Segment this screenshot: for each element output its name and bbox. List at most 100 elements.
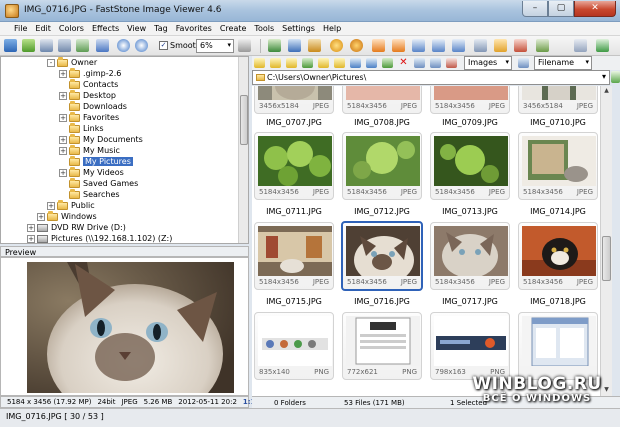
thumbnail-card[interactable]: 772x621 PNG [342, 312, 422, 380]
batch-icon[interactable] [514, 39, 527, 52]
tree-item-public[interactable]: + Public [47, 199, 95, 211]
browser-icon[interactable] [452, 39, 465, 52]
tree-item-dvd-drive[interactable]: + DVD RW Drive (D:) [27, 222, 126, 233]
layout-icon[interactable] [574, 39, 587, 52]
minimize-button[interactable]: – [522, 1, 548, 17]
path-dropdown-arrow[interactable]: ▾ [602, 72, 606, 81]
rotate-left-icon[interactable] [372, 39, 385, 52]
zoom-in-icon[interactable] [117, 39, 130, 52]
sort-select[interactable]: Filename ▾ [534, 56, 592, 70]
rotate-right-icon[interactable] [392, 39, 405, 52]
adjust-colors-icon[interactable] [330, 39, 343, 52]
settings-icon[interactable] [536, 39, 549, 52]
tree-item-my-pictures[interactable]: My Pictures [69, 155, 133, 167]
tree-item-downloads[interactable]: Downloads [69, 100, 127, 112]
tree-item-desktop[interactable]: + Desktop [59, 89, 116, 101]
path-input[interactable]: C:\Users\Owner\Pictures\ ▾ [252, 70, 610, 85]
thumbnail-view-icon[interactable] [474, 39, 487, 52]
thumbnail-card[interactable]: 5184x3456 JPEG [518, 132, 598, 200]
tree-item-links[interactable]: Links [69, 122, 104, 134]
new-folder-icon[interactable] [318, 58, 329, 68]
thumbnail-card-selected[interactable]: 5184x3456 JPEG [341, 221, 423, 291]
forward-icon[interactable] [270, 58, 281, 68]
wallpaper-icon[interactable] [494, 39, 507, 52]
sort-order-icon[interactable] [518, 58, 529, 68]
email-icon[interactable] [76, 39, 89, 52]
folder-tree[interactable]: - Owner + .gimp-2.6 Contacts + Desktop Down… [0, 56, 249, 244]
thumbnail-card[interactable]: 5184x3456 JPEG [430, 222, 510, 290]
hand-tool-icon[interactable] [238, 39, 251, 52]
filter-icon[interactable] [446, 58, 457, 68]
menu-edit[interactable]: Edit [31, 22, 55, 35]
app-icon[interactable] [5, 4, 19, 18]
thumbnail-card[interactable]: 798x163 PNG [430, 312, 510, 380]
tree-item-my-documents[interactable]: + My Documents [59, 133, 143, 145]
menu-file[interactable]: File [10, 22, 31, 35]
open-icon[interactable] [4, 39, 17, 52]
thumbnail-card[interactable]: 835x140 PNG [254, 312, 334, 380]
thumbnail-card[interactable]: 3456x5184 JPEG [254, 86, 334, 114]
collapse-icon[interactable]: - [47, 58, 55, 67]
thumbnail-grid[interactable]: 3456x5184 JPEG IMG_0707.JPG 5184x3456 JPEG… [252, 86, 612, 396]
expand-icon[interactable]: + [59, 113, 67, 122]
copy-to-icon[interactable] [350, 58, 361, 68]
expand-icon[interactable]: + [59, 146, 67, 155]
tree-item-saved-games[interactable]: Saved Games [69, 177, 138, 189]
effects-icon[interactable] [350, 39, 363, 52]
expand-icon[interactable] [596, 39, 609, 52]
back-icon[interactable] [254, 58, 265, 68]
thumbnail-scrollbar-thumb[interactable] [602, 236, 611, 281]
expand-icon[interactable]: + [59, 168, 67, 177]
rotate-icon[interactable] [268, 39, 281, 52]
tree-item-owner[interactable]: - Owner [47, 57, 97, 68]
expand-icon[interactable]: + [27, 234, 35, 243]
thumbnail-card[interactable]: 5184x3456 JPEG [430, 132, 510, 200]
tree-item-gimp[interactable]: + .gimp-2.6 [59, 67, 121, 79]
expand-icon[interactable]: + [59, 69, 67, 78]
preview-image[interactable] [27, 262, 234, 393]
menu-favorites[interactable]: Favorites [172, 22, 216, 35]
menu-settings[interactable]: Settings [278, 22, 319, 35]
menu-view[interactable]: View [123, 22, 150, 35]
scroll-up-icon[interactable]: ▲ [602, 87, 611, 96]
thumbnail-card[interactable] [518, 312, 598, 380]
details-icon[interactable] [430, 58, 441, 68]
folder-favorites-icon[interactable] [334, 58, 345, 68]
thumbnail-scrollbar[interactable]: ▲ ▼ [600, 86, 612, 396]
tree-item-favorites[interactable]: + Favorites [59, 111, 119, 123]
tree-item-contacts[interactable]: Contacts [69, 78, 118, 90]
refresh-icon[interactable] [302, 58, 313, 68]
tree-item-windows[interactable]: + Windows [37, 210, 97, 222]
thumbnail-card[interactable]: 5184x3456 JPEG [254, 132, 334, 200]
thumbnail-card[interactable]: 5184x3456 JPEG [342, 132, 422, 200]
move-to-icon[interactable] [366, 58, 377, 68]
view-mode-icon[interactable] [414, 58, 425, 68]
tree-scrollbar[interactable] [238, 57, 248, 243]
tree-item-my-videos[interactable]: + My Videos [59, 166, 124, 178]
expand-icon[interactable]: + [47, 201, 55, 210]
tree-item-searches[interactable]: Searches [69, 188, 120, 200]
thumbnail-card[interactable]: 5184x3456 JPEG [254, 222, 334, 290]
resize-icon[interactable] [288, 39, 301, 52]
delete-icon[interactable]: ✕ [398, 58, 409, 68]
up-folder-icon[interactable] [286, 58, 297, 68]
compare-icon[interactable] [412, 39, 425, 52]
zoom-select[interactable]: 6% ▾ [196, 39, 234, 53]
expand-icon[interactable]: + [59, 135, 67, 144]
menu-tag[interactable]: Tag [150, 22, 172, 35]
zoom-out-icon[interactable] [135, 39, 148, 52]
go-button[interactable] [611, 71, 620, 83]
maximize-button[interactable]: ▢ [548, 1, 574, 17]
slideshow-icon[interactable] [96, 39, 109, 52]
menu-tools[interactable]: Tools [250, 22, 278, 35]
crop-icon[interactable] [308, 39, 321, 52]
close-button[interactable]: ✕ [574, 1, 616, 17]
save-icon[interactable] [40, 39, 53, 52]
smooth-checkbox[interactable]: ✓ [159, 41, 168, 50]
expand-icon[interactable]: + [59, 91, 67, 100]
tree-item-network-drive[interactable]: + Pictures (\\192.168.1.102) (Z:) [27, 233, 172, 243]
thumbnail-card[interactable]: 3456x5184 JPEG [518, 86, 598, 114]
tree-item-my-music[interactable]: + My Music [59, 144, 120, 156]
thumbnail-card[interactable]: 5184x3456 JPEG [430, 86, 510, 114]
menu-create[interactable]: Create [216, 22, 251, 35]
